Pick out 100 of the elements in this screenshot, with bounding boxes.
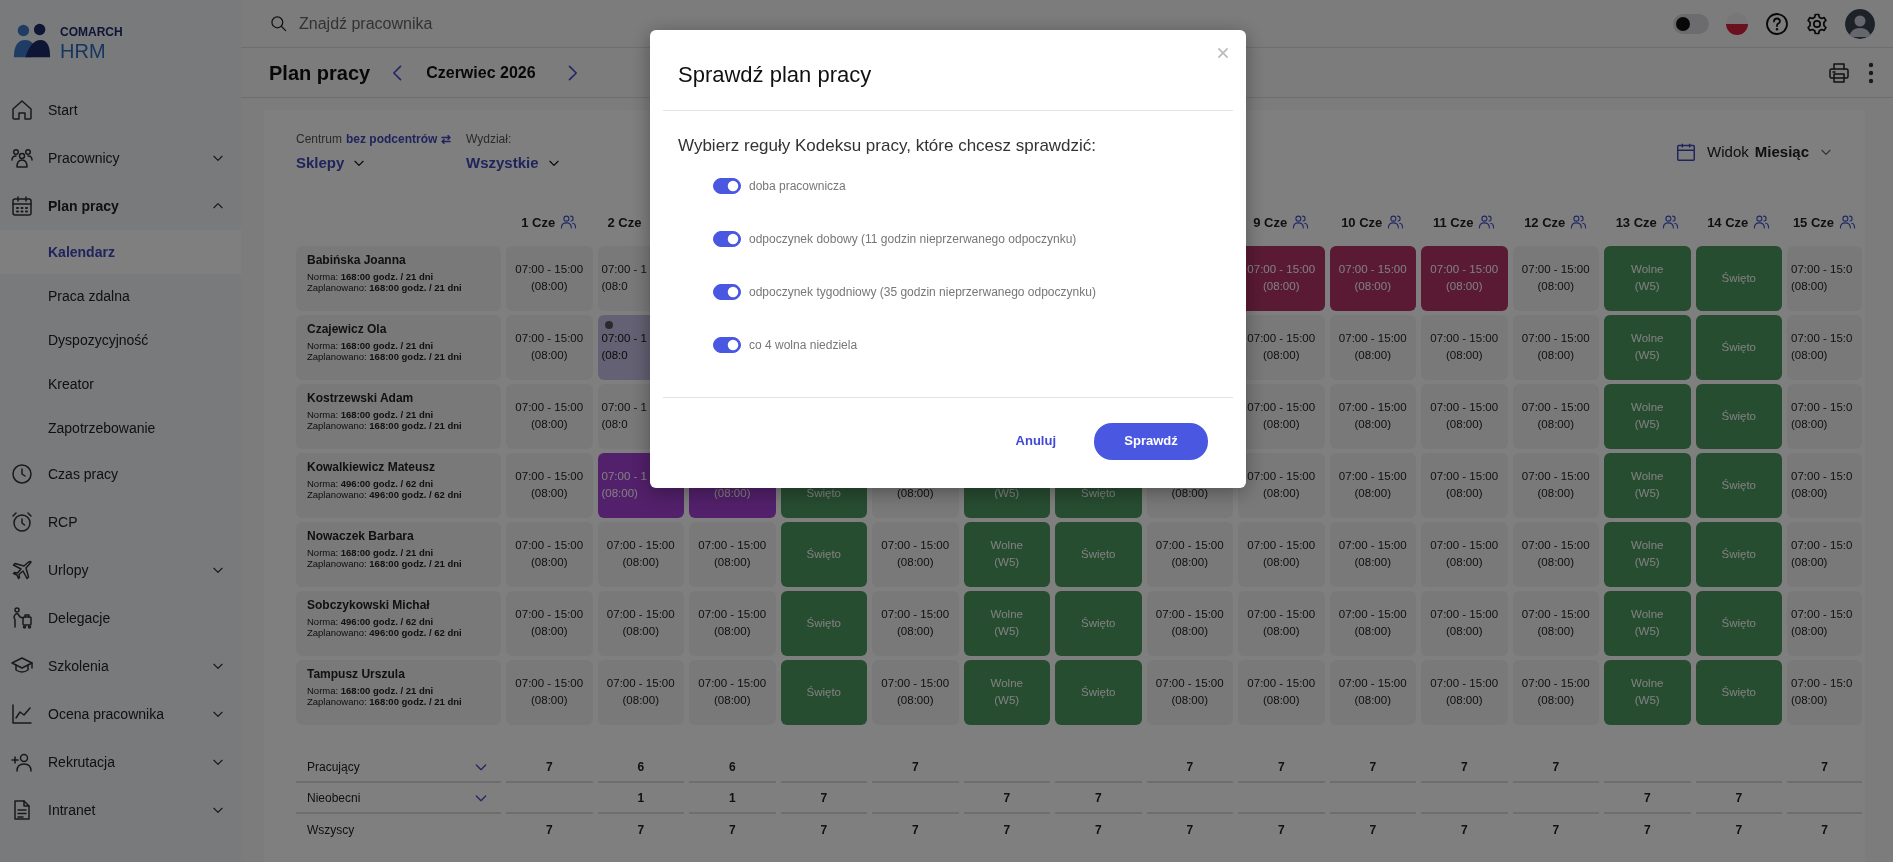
shift-cell[interactable]: 07:00 - 15:0 (08:00) <box>1787 659 1862 725</box>
day-off-cell[interactable]: Wolne (W5) <box>1604 383 1691 449</box>
shift-cell[interactable]: 07:00 - 15:00 (08:00) <box>1238 590 1325 656</box>
more-icon[interactable] <box>1867 60 1875 85</box>
shift-cell[interactable]: 07:00 - 15:00 (08:00) <box>1329 314 1416 380</box>
employee-card[interactable]: Sobczykowski Michał Norma: 496:00 godz. / 62 dni Zaplanowano: 496:00 godz. / 62 dni <box>296 590 501 656</box>
day-off-cell[interactable]: Wolne (W5) <box>1604 245 1691 311</box>
shift-cell[interactable]: 07:00 - 15:00 (08:00) <box>597 521 684 587</box>
shift-cell[interactable]: 07:00 - 15:00 (08:00) <box>506 452 593 518</box>
shift-cell[interactable]: 07:00 - 15:00 (08:00) <box>1421 383 1508 449</box>
sidebar-item[interactable]: Czas pracy <box>0 450 241 498</box>
rule-switch[interactable] <box>713 177 741 194</box>
conflict-cell[interactable]: 07:00 - 15:00 (08:00) <box>1421 245 1508 311</box>
view-dropdown[interactable]: Widok Miesiąc <box>1675 141 1833 164</box>
holiday-cell[interactable]: Święto <box>1695 521 1782 587</box>
sidebar-item[interactable]: Delegacje <box>0 594 241 642</box>
theme-toggle[interactable] <box>1673 13 1709 34</box>
check-button[interactable]: Sprawdź <box>1094 422 1208 460</box>
employee-card[interactable]: Nowaczek Barbara Norma: 168:00 godz. / 21 dni Zaplanowano: 168:00 godz. / 21 dni <box>296 521 501 587</box>
shift-cell[interactable]: 07:00 - 15:0 (08:00) <box>1787 452 1862 518</box>
shift-cell[interactable]: 07:00 - 15:00 (08:00) <box>1238 659 1325 725</box>
filter-dropdown[interactable]: Wszystkie <box>466 152 666 175</box>
holiday-cell[interactable]: Święto <box>1055 521 1142 587</box>
shift-cell[interactable]: 07:00 - 15:00 (08:00) <box>1329 659 1416 725</box>
shift-cell[interactable]: 07:00 - 15:0 (08:00) <box>1787 521 1862 587</box>
sidebar-subitem[interactable]: Praca zdalna <box>0 274 241 318</box>
sidebar-subitem[interactable]: Kreator <box>0 362 241 406</box>
sidebar-item[interactable]: Ocena pracownika <box>0 690 241 738</box>
day-off-cell[interactable]: Wolne (W5) <box>1604 659 1691 725</box>
shift-cell[interactable]: 07:00 - 15:00 (08:00) <box>1512 314 1599 380</box>
shift-cell[interactable]: 07:00 - 15:00 (08:00) <box>1238 452 1325 518</box>
holiday-cell[interactable]: Święto <box>1695 590 1782 656</box>
shift-cell[interactable]: 07:00 - 15:00 (08:00) <box>1421 590 1508 656</box>
shift-cell[interactable]: 07:00 - 15:00 (08:00) <box>1329 521 1416 587</box>
holiday-cell[interactable]: Święto <box>780 521 867 587</box>
avatar[interactable] <box>1845 8 1875 39</box>
rule-switch[interactable] <box>713 283 741 300</box>
sidebar-item[interactable]: Szkolenia <box>0 642 241 690</box>
holiday-cell[interactable]: Święto <box>780 590 867 656</box>
day-off-cell[interactable]: Wolne (W5) <box>1604 314 1691 380</box>
help-icon[interactable] <box>1765 11 1789 36</box>
shift-cell[interactable]: 07:00 - 15:00 (08:00) <box>689 521 776 587</box>
conflict-cell[interactable]: 07:00 - 15:00 (08:00) <box>1329 245 1416 311</box>
day-off-cell[interactable]: Wolne (W5) <box>1604 590 1691 656</box>
sidebar-item[interactable]: Rekrutacja <box>0 738 241 786</box>
shift-cell[interactable]: 07:00 - 15:00 (08:00) <box>689 590 776 656</box>
shift-cell[interactable]: 07:00 - 15:00 (08:00) <box>872 590 959 656</box>
holiday-cell[interactable]: Święto <box>780 659 867 725</box>
shift-cell[interactable]: 07:00 - 15:00 (08:00) <box>1421 659 1508 725</box>
rule-switch[interactable] <box>713 336 741 353</box>
shift-cell[interactable]: 07:00 - 15:00 (08:00) <box>1512 521 1599 587</box>
shift-cell[interactable]: 07:00 - 15:00 (08:00) <box>506 521 593 587</box>
holiday-cell[interactable]: Święto <box>1695 314 1782 380</box>
day-off-cell[interactable]: Wolne (W5) <box>1604 452 1691 518</box>
shift-cell[interactable]: 07:00 - 15:0 (08:00) <box>1787 383 1862 449</box>
sidebar-item[interactable]: RCP <box>0 498 241 546</box>
sidebar-subitem[interactable]: Zapotrzebowanie <box>0 406 241 450</box>
holiday-cell[interactable]: Święto <box>1695 452 1782 518</box>
shift-cell[interactable]: 07:00 - 15:00 (08:00) <box>506 383 593 449</box>
shift-cell[interactable]: 07:00 - 15:00 (08:00) <box>1329 452 1416 518</box>
sidebar-item[interactable]: Start <box>0 86 241 134</box>
shift-cell[interactable]: 07:00 - 15:00 (08:00) <box>1421 314 1508 380</box>
cancel-button[interactable]: Anuluj <box>1015 431 1056 451</box>
shift-cell[interactable]: 07:00 - 15:00 (08:00) <box>689 659 776 725</box>
shift-cell[interactable]: 07:00 - 15:00 (08:00) <box>1512 245 1599 311</box>
employee-card[interactable]: Babińska Joanna Norma: 168:00 godz. / 21 dni Zaplanowano: 168:00 godz. / 21 dni <box>296 245 501 311</box>
settings-icon[interactable] <box>1805 11 1829 36</box>
search-field[interactable]: Znajdź pracownika <box>297 10 557 37</box>
employee-card[interactable]: Tampusz Urszula Norma: 168:00 godz. / 21 dni Zaplanowano: 168:00 godz. / 21 dni <box>296 659 501 725</box>
shift-cell[interactable]: 07:00 - 15:00 (08:00) <box>1421 521 1508 587</box>
shift-cell[interactable]: 07:00 - 15:0 (08:00) <box>1787 314 1862 380</box>
holiday-cell[interactable]: Święto <box>1695 659 1782 725</box>
sidebar-item[interactable]: Intranet <box>0 786 241 834</box>
shift-cell[interactable]: 07:00 - 15:00 (08:00) <box>1512 590 1599 656</box>
day-off-cell[interactable]: Wolne (W5) <box>963 659 1050 725</box>
employee-card[interactable]: Kostrzewski Adam Norma: 168:00 godz. / 21 dni Zaplanowano: 168:00 godz. / 21 dni <box>296 383 501 449</box>
shift-cell[interactable]: 07:00 - 15:00 (08:00) <box>1146 659 1233 725</box>
sidebar-subitem[interactable]: Kalendarz <box>0 230 241 274</box>
shift-cell[interactable]: 07:00 - 15:00 (08:00) <box>1512 659 1599 725</box>
holiday-cell[interactable]: Święto <box>1695 383 1782 449</box>
employee-card[interactable]: Kowalkiewicz Mateusz Norma: 496:00 godz. / 62 dni Zaplanowano: 496:00 godz. / 62 dni <box>296 452 501 518</box>
holiday-cell[interactable]: Święto <box>1055 659 1142 725</box>
employee-card[interactable]: Czajewicz Ola Norma: 168:00 godz. / 21 dni Zaplanowano: 168:00 godz. / 21 dni <box>296 314 501 380</box>
filter-dropdown[interactable]: Sklepy <box>296 152 466 175</box>
sidebar-item[interactable]: Plan pracy <box>0 182 241 230</box>
rule-switch[interactable] <box>713 230 741 247</box>
holiday-cell[interactable]: Święto <box>1055 590 1142 656</box>
shift-cell[interactable]: 07:00 - 15:00 (08:00) <box>1421 452 1508 518</box>
shift-cell[interactable]: 07:00 - 15:0 (08:00) <box>1787 590 1862 656</box>
sidebar-item[interactable]: Pracownicy <box>0 134 241 182</box>
shift-cell[interactable]: 07:00 - 15:00 (08:00) <box>872 521 959 587</box>
sidebar-subitem[interactable]: Dyspozycyjność <box>0 318 241 362</box>
shift-cell[interactable]: 07:00 - 15:00 (08:00) <box>506 245 593 311</box>
shift-cell[interactable]: 07:00 - 15:00 (08:00) <box>597 659 684 725</box>
holiday-cell[interactable]: Święto <box>1695 245 1782 311</box>
shift-cell[interactable]: 07:00 - 15:00 (08:00) <box>872 659 959 725</box>
shift-cell[interactable]: 07:00 - 15:00 (08:00) <box>1238 521 1325 587</box>
filter-mode-link[interactable]: bez podcentrów ⇄ <box>346 130 451 148</box>
flag-icon[interactable] <box>1725 11 1749 36</box>
shift-cell[interactable]: 07:00 - 15:00 (08:00) <box>1146 521 1233 587</box>
